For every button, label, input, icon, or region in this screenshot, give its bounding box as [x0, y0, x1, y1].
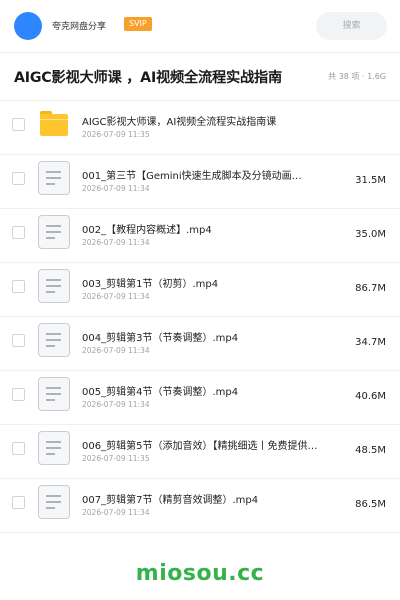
file-date: 2026-07-09 11:35: [82, 454, 150, 463]
document-icon: [38, 431, 70, 465]
watermark: miosou.cc: [135, 561, 265, 586]
select-checkbox[interactable]: [12, 118, 25, 131]
list-item[interactable]: 004_剪辑第3节（节奏调整）.mp4 2026-07-09 11:34 34.…: [0, 317, 400, 371]
file-size: 35.0M: [355, 229, 386, 240]
file-name: 005_剪辑第4节（节奏调整）.mp4: [82, 387, 239, 398]
select-checkbox[interactable]: [12, 334, 25, 347]
list-item[interactable]: 001_第三节【Gemini快速生成脚本及分镜动画… 2026-07-09 11…: [0, 155, 400, 209]
folder-icon: [40, 111, 68, 136]
file-name: 007_剪辑第7节（精剪音效调整）.mp4: [82, 495, 259, 506]
file-date: 2026-07-09 11:34: [82, 184, 150, 193]
svip-badge: SVIP: [124, 17, 152, 31]
file-size: 40.6M: [355, 391, 386, 402]
avatar[interactable]: [14, 12, 42, 40]
select-checkbox[interactable]: [12, 442, 25, 455]
search-input[interactable]: 搜索: [316, 12, 387, 40]
list-item[interactable]: 005_剪辑第4节（节奏调整）.mp4 2026-07-09 11:34 40.…: [0, 371, 400, 425]
document-icon: [38, 485, 70, 519]
file-size: 86.7M: [355, 283, 386, 294]
document-icon: [38, 215, 70, 249]
select-checkbox[interactable]: [12, 388, 25, 401]
top-bar: 夸克网盘分享 SVIP 搜索: [0, 0, 400, 52]
file-size: 48.5M: [355, 445, 386, 456]
item-count-size: 共 38 项 · 1.6G: [328, 72, 386, 81]
page-title: AIGC影视大师课 ，AI视频全流程实战指南: [14, 70, 282, 86]
document-icon: [38, 323, 70, 357]
file-size: 34.7M: [355, 337, 386, 348]
file-name: 004_剪辑第3节（节奏调整）.mp4: [82, 333, 239, 344]
document-icon: [38, 377, 70, 411]
file-name: 003_剪辑第1节（初剪）.mp4: [82, 279, 219, 290]
file-name: 006_剪辑第5节（添加音效）【精挑细选丨免费提供…: [82, 441, 318, 452]
file-date: 2026-07-09 11:34: [82, 346, 150, 355]
file-size: 31.5M: [355, 175, 386, 186]
file-size: 86.5M: [355, 499, 386, 510]
select-checkbox[interactable]: [12, 496, 25, 509]
list-item[interactable]: 007_剪辑第7节（精剪音效调整）.mp4 2026-07-09 11:34 8…: [0, 479, 400, 533]
share-owner-name: 夸克网盘分享: [52, 22, 107, 32]
select-checkbox[interactable]: [12, 226, 25, 239]
document-icon: [38, 269, 70, 303]
select-checkbox[interactable]: [12, 280, 25, 293]
list-item[interactable]: 006_剪辑第5节（添加音效）【精挑细选丨免费提供… 2026-07-09 11…: [0, 425, 400, 479]
select-checkbox[interactable]: [12, 172, 25, 185]
list-item[interactable]: 002_【教程内容概述】.mp4 2026-07-09 11:34 35.0M: [0, 209, 400, 263]
file-name: 002_【教程内容概述】.mp4: [82, 225, 212, 236]
file-list: AIGC影视大师课，AI视频全流程实战指南课 2026-07-09 11:35 …: [0, 100, 400, 533]
file-date: 2026-07-09 11:34: [82, 508, 150, 517]
list-item[interactable]: 003_剪辑第1节（初剪）.mp4 2026-07-09 11:34 86.7M: [0, 263, 400, 317]
list-item-folder[interactable]: AIGC影视大师课，AI视频全流程实战指南课 2026-07-09 11:35: [0, 101, 400, 155]
file-date: 2026-07-09 11:34: [82, 238, 150, 247]
file-name: 001_第三节【Gemini快速生成脚本及分镜动画…: [82, 171, 302, 182]
file-date: 2026-07-09 11:34: [82, 400, 150, 409]
title-row: AIGC影视大师课 ，AI视频全流程实战指南 共 38 项 · 1.6G: [0, 52, 400, 100]
file-date: 2026-07-09 11:34: [82, 292, 150, 301]
document-icon: [38, 161, 70, 195]
file-date: 2026-07-09 11:35: [82, 130, 150, 139]
file-name: AIGC影视大师课，AI视频全流程实战指南课: [82, 117, 277, 128]
